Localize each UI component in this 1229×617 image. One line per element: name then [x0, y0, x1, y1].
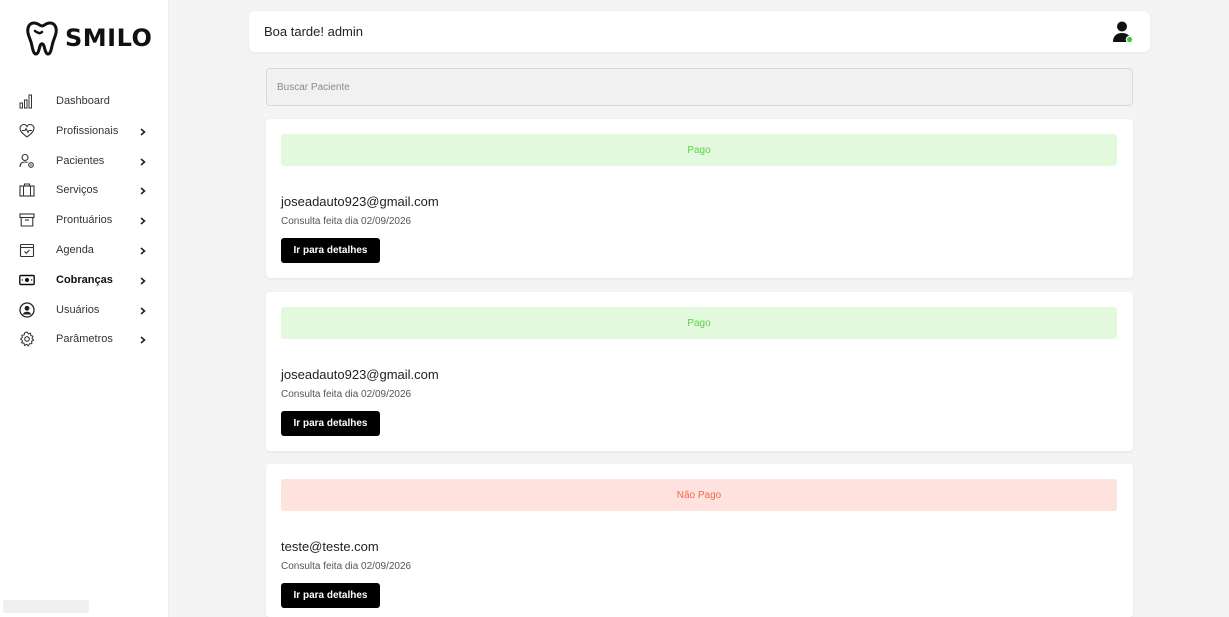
- heart-pulse-icon: [19, 123, 35, 139]
- billing-card: Pago joseadauto923@gmail.com Consulta fe…: [266, 119, 1133, 278]
- user-circle-icon: [19, 301, 35, 318]
- details-button[interactable]: Ir para detalhes: [281, 583, 380, 608]
- consultation-date: Consulta feita dia 02/09/2026: [281, 389, 412, 400]
- billing-card: Não Pago teste@teste.com Consulta feita …: [266, 464, 1133, 617]
- sidebar-item-label: Cobranças: [56, 273, 113, 286]
- user-avatar[interactable]: [1112, 20, 1134, 44]
- tooth-icon: [26, 21, 58, 56]
- patient-gear-icon: [19, 153, 35, 169]
- sidebar-item-usuarios[interactable]: Usuários: [0, 295, 169, 325]
- sidebar-item-label: Profissionais: [56, 124, 119, 137]
- patient-email: joseadauto923@gmail.com: [281, 367, 439, 382]
- calendar-check-icon: [19, 242, 35, 258]
- sidebar-item-dashboard[interactable]: Dashboard: [0, 86, 169, 116]
- sidebar-item-label: Parâmetros: [56, 333, 113, 346]
- status-badge: Não Pago: [281, 479, 1117, 511]
- consultation-date: Consulta feita dia 02/09/2026: [281, 561, 412, 572]
- gear-icon: [19, 331, 35, 347]
- greeting-text: Boa tarde! admin: [264, 24, 364, 39]
- chevron-right-icon: [139, 155, 147, 167]
- brand-logo[interactable]: SMILO: [25, 20, 152, 56]
- search-patient-input[interactable]: [266, 68, 1133, 106]
- user-avatar-icon: [1113, 21, 1134, 44]
- status-badge: Pago: [281, 134, 1117, 166]
- status-badge: Pago: [281, 307, 1117, 339]
- chevron-right-icon: [139, 304, 147, 316]
- sidebar-item-label: Agenda: [56, 244, 94, 256]
- sidebar-item-prontuarios[interactable]: Prontuários: [0, 205, 169, 235]
- faded-footer-label: [3, 600, 89, 613]
- details-button[interactable]: Ir para detalhes: [281, 411, 380, 436]
- chevron-right-icon: [139, 333, 147, 345]
- brand-name: SMILO: [65, 24, 153, 52]
- sidebar-item-profissionais[interactable]: Profissionais: [0, 116, 169, 146]
- consultation-date: Consulta feita dia 02/09/2026: [281, 216, 412, 227]
- sidebar: SMILO Dashboard Profissionais Pacientes: [0, 0, 169, 617]
- chevron-right-icon: [139, 214, 147, 226]
- billing-card: Pago joseadauto923@gmail.com Consulta fe…: [266, 292, 1133, 451]
- chevron-right-icon: [139, 244, 147, 256]
- patient-email: joseadauto923@gmail.com: [281, 194, 439, 209]
- sidebar-item-label: Dashboard: [56, 95, 110, 107]
- chevron-right-icon: [139, 274, 147, 286]
- patient-email: teste@teste.com: [281, 539, 379, 554]
- money-bill-icon: [19, 272, 35, 288]
- sidebar-item-label: Pacientes: [56, 154, 105, 167]
- sidebar-item-label: Prontuários: [56, 214, 113, 227]
- bar-chart-icon: [19, 93, 35, 109]
- sidebar-item-cobrancas[interactable]: Cobranças: [0, 265, 169, 295]
- top-bar: Boa tarde! admin: [249, 11, 1150, 52]
- chevron-right-icon: [139, 184, 147, 196]
- briefcase-icon: [19, 182, 35, 198]
- chevron-right-icon: [139, 125, 147, 137]
- sidebar-item-parametros[interactable]: Parâmetros: [0, 324, 169, 354]
- sidebar-item-label: Serviços: [56, 184, 99, 197]
- details-button[interactable]: Ir para detalhes: [281, 238, 380, 263]
- sidebar-item-agenda[interactable]: Agenda: [0, 235, 169, 265]
- sidebar-item-pacientes[interactable]: Pacientes: [0, 146, 169, 176]
- archive-box-icon: [19, 212, 35, 228]
- sidebar-item-label: Usuários: [56, 303, 100, 316]
- sidebar-item-servicos[interactable]: Serviços: [0, 175, 169, 205]
